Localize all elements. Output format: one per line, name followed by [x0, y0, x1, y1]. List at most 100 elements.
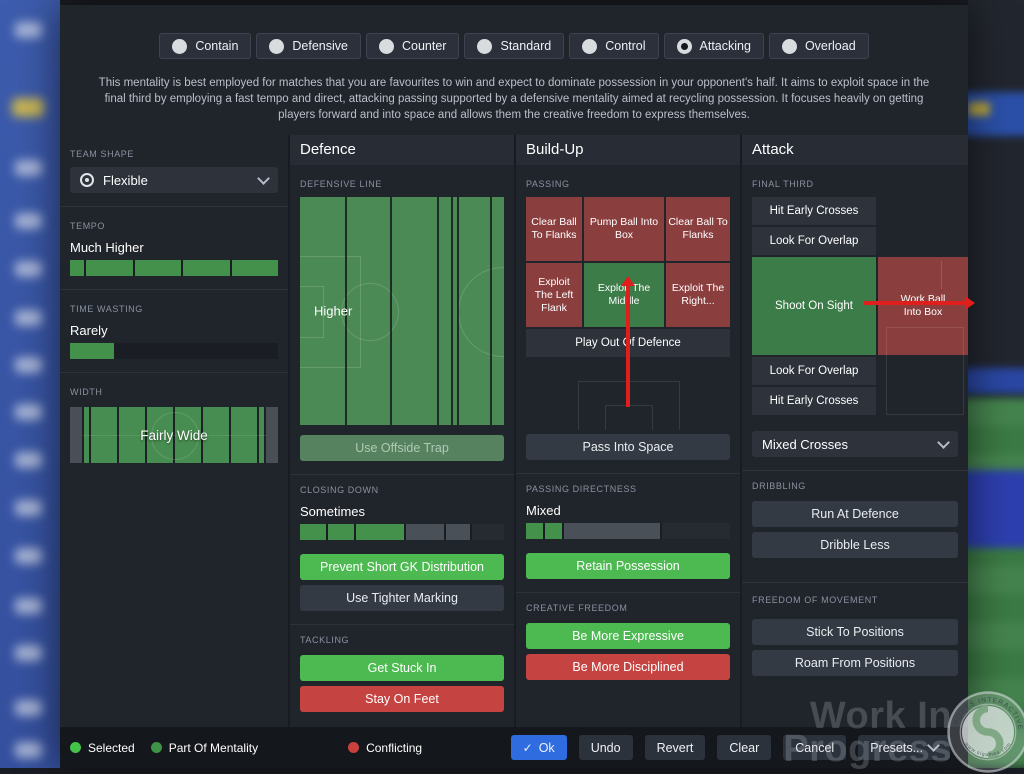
chevron-down-icon [937, 436, 950, 449]
build-up-title: Build-Up [516, 135, 740, 165]
creative-freedom-label: CREATIVE FREEDOM [526, 603, 730, 613]
tempo-bar[interactable] [70, 260, 278, 276]
divider [290, 474, 514, 475]
passing-focus-visual: Clear Ball To Flanks Pump Ball Into Box … [526, 197, 730, 429]
use-offside-trap-button[interactable]: Use Offside Trap [300, 435, 504, 461]
cancel-button[interactable]: Cancel [783, 735, 846, 760]
exploit-the-left-flank-cell[interactable]: Exploit The Left Flank [526, 263, 582, 327]
be-more-expressive-button[interactable]: Be More Expressive [526, 623, 730, 649]
tempo-label: TEMPO [70, 221, 278, 231]
check-icon: ✓ [523, 741, 533, 755]
mentality-option-defensive[interactable]: Defensive [256, 33, 361, 59]
sidebar-icon-active [12, 98, 44, 117]
sidebar-icon [15, 598, 42, 614]
legend-label: Part Of Mentality [169, 741, 258, 755]
mentality-option-control[interactable]: Control [569, 33, 658, 59]
radio-icon [379, 39, 394, 54]
clear-ball-to-flanks-right-cell[interactable]: Clear Ball To Flanks [666, 197, 730, 261]
tactics-content: TEAM SHAPE Flexible TEMPO Much Higher TI… [60, 135, 968, 727]
closing-down-label: CLOSING DOWN [300, 485, 504, 495]
penalty-line [941, 261, 942, 289]
prevent-short-gk-distribution-button[interactable]: Prevent Short GK Distribution [300, 554, 504, 580]
sidebar-icon [15, 261, 42, 277]
sidebar-icon [15, 548, 42, 564]
passing-directness-value: Mixed [526, 503, 730, 518]
exploit-the-middle-cell[interactable]: Exploit The Middle [584, 263, 664, 327]
background-sidebar [0, 0, 60, 768]
mentality-option-label: Standard [500, 39, 551, 53]
radio-icon [269, 39, 284, 54]
use-tighter-marking-button[interactable]: Use Tighter Marking [300, 585, 504, 611]
attacking-direction-arrow [864, 301, 967, 305]
mentality-option-overload[interactable]: Overload [769, 33, 869, 59]
mentality-option-counter[interactable]: Counter [366, 33, 459, 59]
sidebar-icon [15, 213, 42, 229]
sidebar-icon [15, 160, 42, 176]
legend-part-of-mentality: Part Of Mentality [151, 741, 258, 755]
column-defence: Defence DEFENSIVE LINE Higher Use Offsi [288, 135, 514, 727]
revert-button[interactable]: Revert [645, 735, 706, 760]
clear-ball-to-flanks-left-cell[interactable]: Clear Ball To Flanks [526, 197, 582, 261]
radio-icon [582, 39, 597, 54]
pump-ball-into-box-cell[interactable]: Pump Ball Into Box [584, 197, 664, 261]
pass-into-space-button[interactable]: Pass Into Space [526, 434, 730, 460]
divider [290, 624, 514, 625]
presets-button[interactable]: Presets... [858, 735, 950, 760]
time-wasting-bar[interactable] [70, 343, 278, 359]
closing-down-value: Sometimes [300, 504, 504, 519]
divider [516, 473, 740, 474]
background-pitch [968, 398, 1024, 768]
time-wasting-label: TIME WASTING [70, 304, 278, 314]
exploit-the-right-cell[interactable]: Exploit The Right... [666, 263, 730, 327]
time-wasting-value: Rarely [70, 323, 278, 338]
mentality-description: This mentality is best employed for matc… [90, 75, 938, 123]
hit-early-crosses-top-cell[interactable]: Hit Early Crosses [752, 197, 876, 225]
divider [516, 592, 740, 593]
mentality-option-label: Attacking [700, 39, 751, 53]
background-button [968, 470, 1024, 548]
hit-early-crosses-bottom-cell[interactable]: Hit Early Crosses [752, 387, 876, 415]
mentality-option-standard[interactable]: Standard [464, 33, 564, 59]
radio-icon [677, 39, 692, 54]
stick-to-positions-button[interactable]: Stick To Positions [752, 619, 958, 645]
sidebar-icon [15, 742, 42, 758]
mentality-option-label: Overload [805, 39, 856, 53]
team-shape-value: Flexible [103, 173, 250, 188]
background-badge [968, 102, 990, 116]
dribble-less-button[interactable]: Dribble Less [752, 532, 958, 558]
closing-down-bar[interactable] [300, 524, 504, 540]
sidebar-icon [15, 357, 42, 373]
part-of-mentality-dot-icon [151, 742, 162, 753]
crosses-value: Mixed Crosses [762, 437, 930, 452]
undo-button[interactable]: Undo [579, 735, 633, 760]
get-stuck-in-button[interactable]: Get Stuck In [300, 655, 504, 681]
tackling-label: TACKLING [300, 635, 504, 645]
roam-from-positions-button[interactable]: Roam From Positions [752, 650, 958, 676]
mentality-option-contain[interactable]: Contain [159, 33, 251, 59]
ok-button[interactable]: ✓Ok [511, 735, 567, 760]
passing-directness-bar[interactable] [526, 523, 730, 539]
team-shape-dropdown[interactable]: Flexible [70, 167, 278, 193]
shoot-on-sight-cell[interactable]: Shoot On Sight [752, 257, 876, 355]
attack-title: Attack [742, 135, 968, 165]
crosses-dropdown[interactable]: Mixed Crosses [752, 431, 958, 457]
look-for-overlap-top-cell[interactable]: Look For Overlap [752, 227, 876, 255]
width-label: WIDTH [70, 387, 278, 397]
retain-possession-button[interactable]: Retain Possession [526, 553, 730, 579]
line-marker [451, 197, 453, 425]
freedom-of-movement-label: FREEDOM OF MOVEMENT [752, 595, 958, 605]
stay-on-feet-button[interactable]: Stay On Feet [300, 686, 504, 712]
look-for-overlap-bottom-cell[interactable]: Look For Overlap [752, 357, 876, 385]
mentality-option-attacking[interactable]: Attacking [664, 33, 764, 59]
background-page [968, 0, 1024, 768]
column-team-shape: TEAM SHAPE Flexible TEMPO Much Higher TI… [60, 135, 288, 727]
final-third-label: FINAL THIRD [752, 179, 958, 189]
run-at-defence-button[interactable]: Run At Defence [752, 501, 958, 527]
divider [60, 372, 288, 373]
be-more-disciplined-button[interactable]: Be More Disciplined [526, 654, 730, 680]
divider [742, 470, 968, 471]
clear-button[interactable]: Clear [717, 735, 771, 760]
line-marker [390, 197, 392, 425]
penalty-arc [458, 267, 504, 357]
passing-direction-arrow [626, 285, 630, 407]
